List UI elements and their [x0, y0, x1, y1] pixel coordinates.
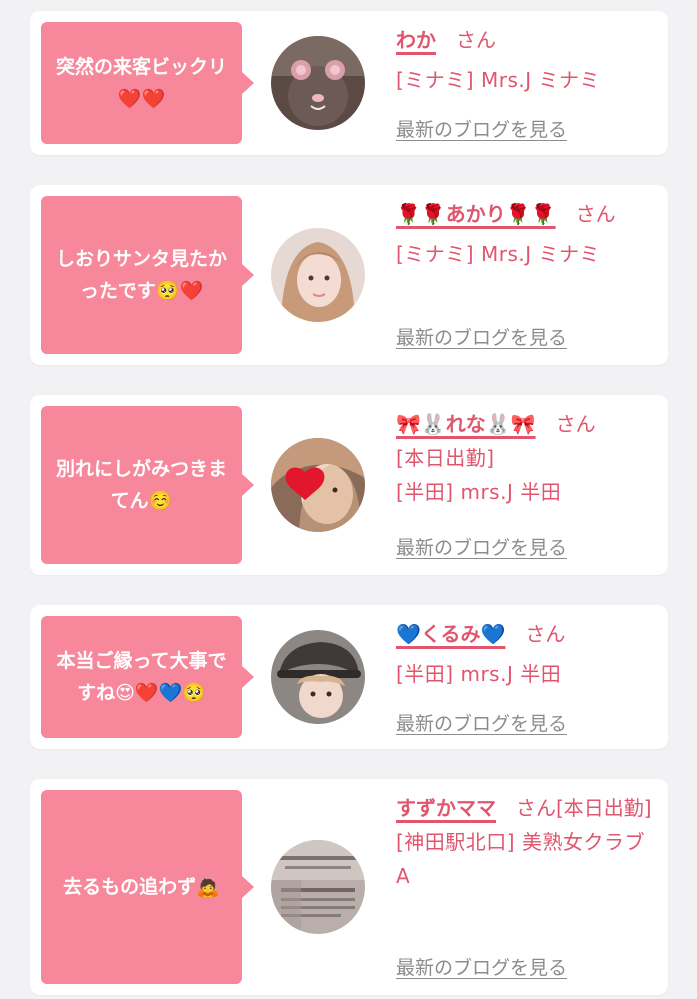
honorific: さん	[456, 28, 496, 52]
message-text: 本当ご縁って大事ですね😍❤️💙🥺	[56, 650, 227, 704]
latest-blog-link[interactable]: 最新のブログを見る	[396, 953, 567, 980]
message-bubble: 別れにしがみつきまてん☺️	[41, 406, 254, 564]
honorific: さん	[575, 202, 616, 226]
cast-name-link[interactable]: わか	[396, 28, 436, 52]
cast-name-link[interactable]: すずかママ	[396, 796, 496, 820]
blog-card[interactable]: 別れにしがみつきまてん☺️ 🎀🐰れな🐰🎀 さん [本日出勤] [半田] mrs.J…	[30, 395, 668, 575]
shop-label: [ミナミ] Mrs.J ミナミ	[396, 68, 600, 92]
cast-info: 💙くるみ💙 さん [半田] mrs.J 半田	[396, 617, 646, 691]
cast-name-link[interactable]: 💙くるみ💙	[396, 622, 505, 646]
blog-list: 突然の来客ビックリ❤️❤️ わか さん [ミナミ] Mrs.J ミナミ 最新のブロ…	[0, 0, 697, 999]
cast-info: 🎀🐰れな🐰🎀 さん [本日出勤] [半田] mrs.J 半田	[396, 407, 646, 509]
honorific: さん	[555, 412, 596, 436]
avatar[interactable]	[271, 840, 365, 934]
cast-name-link[interactable]: 🎀🐰れな🐰🎀	[396, 412, 536, 436]
message-text: しおりサンタ見たかったです🥺❤️	[55, 248, 227, 302]
blog-card[interactable]: しおりサンタ見たかったです🥺❤️ 🌹🌹あかり🌹🌹 さん [ミナミ] Mrs.J ミ…	[30, 185, 668, 365]
blog-card[interactable]: 突然の来客ビックリ❤️❤️ わか さん [ミナミ] Mrs.J ミナミ 最新のブロ…	[30, 11, 668, 155]
message-bubble: 突然の来客ビックリ❤️❤️	[41, 22, 254, 144]
status-label: [本日出勤]	[556, 796, 652, 820]
latest-blog-link[interactable]: 最新のブログを見る	[396, 115, 567, 142]
avatar[interactable]	[271, 228, 365, 322]
shop-label: [半田] mrs.J 半田	[396, 480, 562, 504]
cast-info: 🌹🌹あかり🌹🌹 さん [ミナミ] Mrs.J ミナミ	[396, 197, 646, 271]
shop-label: [神田駅北口] 美熟女クラブA	[396, 830, 645, 888]
cast-info: わか さん [ミナミ] Mrs.J ミナミ	[396, 23, 646, 97]
avatar[interactable]	[271, 630, 365, 724]
avatar[interactable]	[271, 36, 365, 130]
status-label: [本日出勤]	[396, 446, 495, 470]
cast-name-link[interactable]: 🌹🌹あかり🌹🌹	[396, 202, 556, 226]
message-bubble: しおりサンタ見たかったです🥺❤️	[41, 196, 254, 354]
message-text: 去るもの追わず🙇	[63, 876, 220, 898]
shop-label: [半田] mrs.J 半田	[396, 662, 562, 686]
latest-blog-link[interactable]: 最新のブログを見る	[396, 533, 567, 560]
message-bubble: 本当ご縁って大事ですね😍❤️💙🥺	[41, 616, 254, 738]
honorific: さん	[516, 796, 556, 820]
honorific: さん	[525, 622, 566, 646]
blog-card[interactable]: 去るもの追わず🙇 すずかママ さん[本日出勤] [神田駅北口] 美熟女クラブA 最…	[30, 779, 668, 995]
latest-blog-link[interactable]: 最新のブログを見る	[396, 709, 567, 736]
blog-card[interactable]: 本当ご縁って大事ですね😍❤️💙🥺 💙くるみ💙 さん [半田] mrs.J 半田 最…	[30, 605, 668, 749]
latest-blog-link[interactable]: 最新のブログを見る	[396, 323, 567, 350]
shop-label: [ミナミ] Mrs.J ミナミ	[396, 242, 600, 266]
cast-info: すずかママ さん[本日出勤] [神田駅北口] 美熟女クラブA	[396, 791, 654, 893]
avatar[interactable]	[271, 438, 365, 532]
message-text: 別れにしがみつきまてん☺️	[55, 458, 227, 512]
message-bubble: 去るもの追わず🙇	[41, 790, 254, 984]
message-text: 突然の来客ビックリ❤️❤️	[55, 56, 227, 110]
